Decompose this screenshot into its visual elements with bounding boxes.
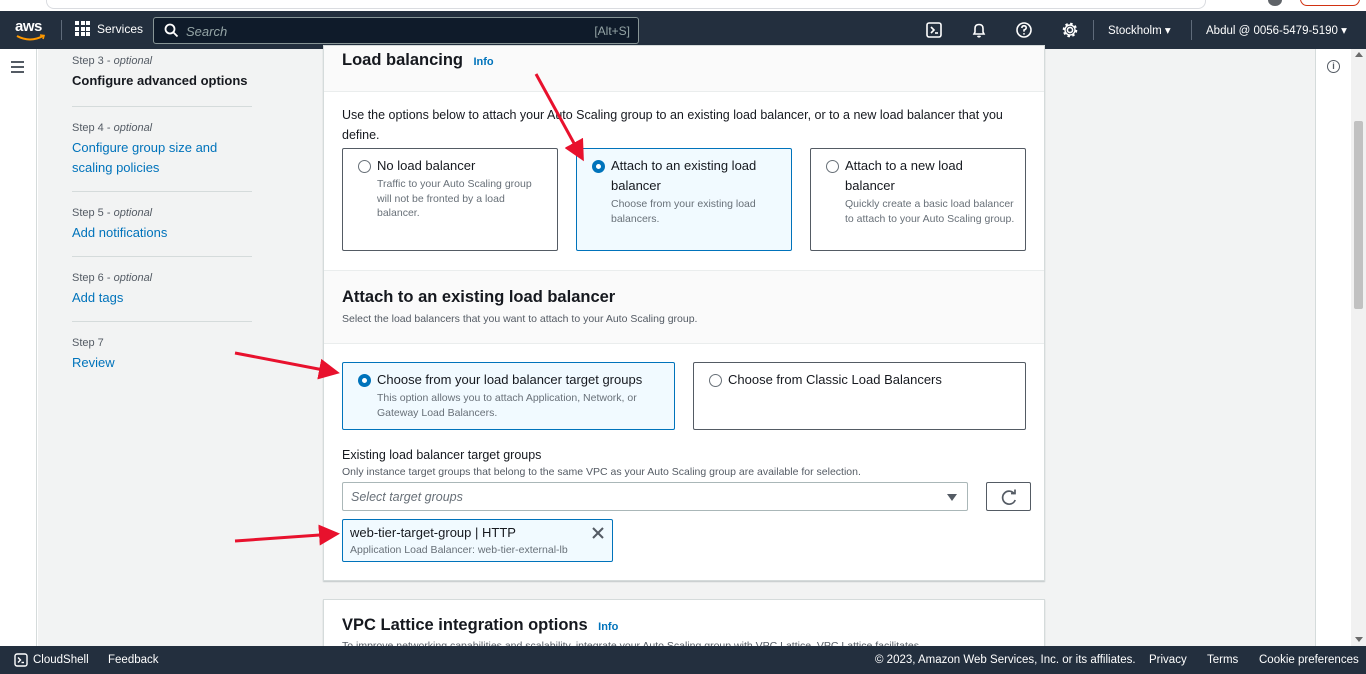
wizard-step-5: Step 5 - optional Add notifications: [72, 192, 252, 257]
search-shortcut-hint: [Alt+S]: [594, 24, 630, 38]
target-groups-hint: Only instance target groups that belong …: [342, 466, 861, 478]
services-menu-button[interactable]: Services: [75, 21, 143, 36]
option-description: Choose from your existing load balancers…: [611, 198, 756, 225]
option-title: Attach to an existing load balancer: [611, 158, 757, 193]
step-number: Step 4 - optional: [72, 122, 153, 134]
wizard-step-4: Step 4 - optional Configure group size a…: [72, 107, 252, 192]
option-description: Quickly create a basic load balancer to …: [845, 198, 1015, 225]
step-title-current: Configure advanced options: [72, 73, 248, 88]
scrollbar-thumb[interactable]: [1354, 121, 1363, 309]
aws-logo-text: aws: [15, 18, 42, 35]
footer-terms-link[interactable]: Terms: [1207, 654, 1238, 666]
load-balancing-title: Load balancing: [342, 51, 464, 69]
attach-existing-description: Select the load balancers that you want …: [342, 313, 698, 325]
attach-existing-header: Attach to an existing load balancer Sele…: [324, 270, 1044, 344]
vpc-lattice-info-link[interactable]: Info: [598, 621, 618, 633]
caret-down-icon: [947, 494, 957, 501]
services-grid-icon: [75, 21, 90, 36]
notifications-bell-icon[interactable]: [970, 21, 988, 39]
radio-classic-lb[interactable]: [709, 374, 722, 387]
aws-top-nav: aws Services Search [Alt+S] Stockholm ▾ …: [0, 11, 1366, 49]
footer-feedback-link[interactable]: Feedback: [108, 654, 159, 666]
footer-cookie-preferences-link[interactable]: Cookie preferences: [1259, 654, 1359, 666]
attach-new-lb-option[interactable]: Attach to a new load balancer Quickly cr…: [810, 148, 1026, 251]
option-title: No load balancer: [377, 158, 476, 173]
wizard-steps: Step 3 - optional Configure advanced opt…: [72, 49, 252, 386]
radio-attach-existing-lb[interactable]: [592, 160, 605, 173]
services-label: Services: [97, 21, 144, 36]
browser-profile-icon[interactable]: [1268, 0, 1282, 6]
hamburger-menu-icon[interactable]: [11, 61, 24, 76]
footer-copyright: © 2023, Amazon Web Services, Inc. or its…: [875, 654, 1136, 666]
help-icon[interactable]: [1015, 21, 1033, 39]
console-footer: CloudShell Feedback © 2023, Amazon Web S…: [0, 646, 1366, 674]
token-name: web-tier-target-group | HTTP: [350, 525, 516, 540]
step-number: Step 7: [72, 337, 104, 349]
option-description: Traffic to your Auto Scaling group will …: [377, 178, 532, 219]
browser-chrome-strip: [0, 0, 1366, 11]
load-balancing-info-link[interactable]: Info: [473, 56, 493, 68]
settings-gear-icon[interactable]: [1061, 21, 1079, 39]
option-title: Attach to a new load balancer: [845, 158, 963, 193]
region-selector[interactable]: Stockholm ▾: [1108, 23, 1171, 37]
right-help-rail: i: [1315, 49, 1351, 646]
step-number: Step 5 - optional: [72, 207, 153, 219]
token-detail: Application Load Balancer: web-tier-exte…: [350, 544, 568, 556]
account-menu[interactable]: Abdul @ 0056-5479-5190 ▾: [1206, 23, 1347, 37]
remove-token-close-icon[interactable]: [591, 526, 605, 540]
wizard-step-3: Step 3 - optional Configure advanced opt…: [72, 49, 252, 107]
search-icon: [164, 23, 179, 38]
step-link-notifications[interactable]: Add notifications: [72, 223, 252, 243]
step-link-tags[interactable]: Add tags: [72, 288, 252, 308]
attach-existing-lb-option[interactable]: Attach to an existing load balancer Choo…: [576, 148, 792, 251]
no-load-balancer-option[interactable]: No load balancer Traffic to your Auto Sc…: [342, 148, 558, 251]
nav-divider: [1093, 20, 1094, 40]
option-title: Choose from Classic Load Balancers: [728, 372, 942, 387]
step-link-review[interactable]: Review: [72, 353, 252, 373]
select-placeholder: Select target groups: [351, 490, 463, 504]
step-number: Step 3 - optional: [72, 55, 153, 67]
load-balancing-description: Use the options below to attach your Aut…: [342, 108, 1003, 142]
cloudshell-footer-icon[interactable]: [14, 653, 28, 667]
browser-update-pill[interactable]: [1300, 0, 1360, 6]
footer-privacy-link[interactable]: Privacy: [1149, 654, 1187, 666]
browser-address-edge: [46, 0, 1206, 9]
option-description: This option allows you to attach Applica…: [377, 392, 637, 419]
page-scrollbar[interactable]: [1351, 49, 1366, 646]
scroll-down-arrow-icon[interactable]: [1355, 637, 1363, 642]
scroll-up-arrow-icon[interactable]: [1355, 52, 1363, 57]
attach-existing-title: Attach to an existing load balancer: [342, 288, 616, 306]
nav-divider: [1191, 20, 1192, 40]
nav-divider: [61, 20, 62, 40]
target-groups-source-option[interactable]: Choose from your load balancer target gr…: [342, 362, 675, 430]
load-balancing-header: Load balancing Info: [324, 46, 1044, 92]
option-title: Choose from your load balancer target gr…: [377, 372, 643, 387]
radio-target-groups[interactable]: [358, 374, 371, 387]
selected-target-group-token: web-tier-target-group | HTTP Application…: [342, 519, 613, 562]
footer-cloudshell-link[interactable]: CloudShell: [33, 654, 89, 666]
info-panel-icon[interactable]: i: [1327, 60, 1340, 73]
target-groups-label: Existing load balancer target groups: [342, 448, 542, 462]
refresh-icon: [1001, 489, 1016, 506]
vpc-lattice-title: VPC Lattice integration options: [342, 616, 588, 634]
left-navigation-rail: [0, 49, 37, 646]
wizard-step-7: Step 7 Review: [72, 322, 252, 386]
step-number: Step 6 - optional: [72, 272, 153, 284]
cloudshell-icon[interactable]: [925, 21, 943, 39]
target-groups-select[interactable]: Select target groups: [342, 482, 968, 511]
aws-logo[interactable]: aws: [15, 18, 47, 42]
aws-smile-icon: [16, 34, 46, 41]
wizard-step-6: Step 6 - optional Add tags: [72, 257, 252, 322]
radio-attach-new-lb[interactable]: [826, 160, 839, 173]
radio-no-load-balancer[interactable]: [358, 160, 371, 173]
step-link-group-size[interactable]: Configure group size and scaling policie…: [72, 138, 252, 178]
search-input[interactable]: Search [Alt+S]: [153, 17, 639, 44]
search-placeholder: Search: [186, 24, 228, 39]
refresh-button[interactable]: [986, 482, 1031, 511]
classic-load-balancers-option[interactable]: Choose from Classic Load Balancers: [693, 362, 1026, 430]
